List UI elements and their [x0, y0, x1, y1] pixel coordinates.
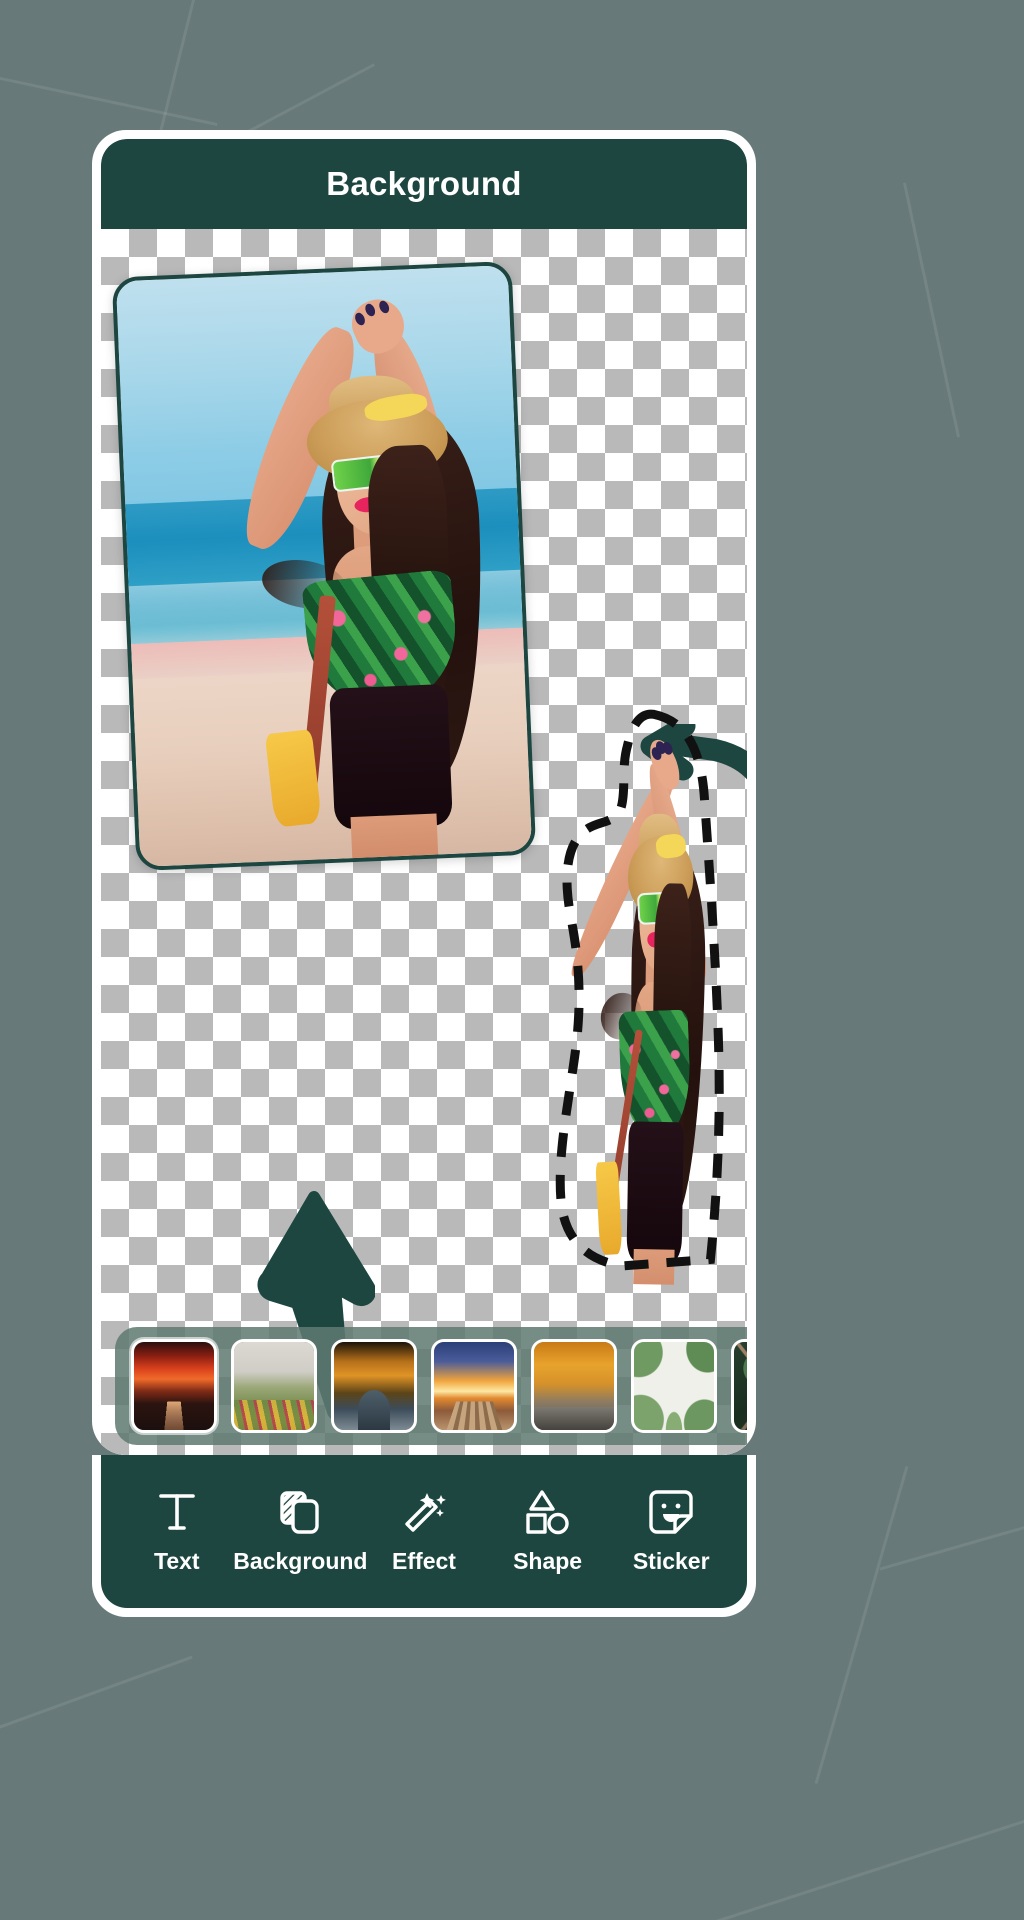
toolbar-item-effect[interactable]: Effect — [364, 1488, 484, 1575]
backdrop-line — [903, 182, 960, 438]
background-thumbnail[interactable] — [231, 1339, 317, 1433]
toolbar-item-sticker[interactable]: Sticker — [611, 1488, 731, 1575]
background-thumbnail-strip[interactable] — [115, 1327, 747, 1445]
sticker-icon — [647, 1488, 695, 1536]
toolbar-container: Text Background Effect Shape Sticker — [92, 1455, 756, 1617]
toolbar-label: Shape — [513, 1548, 583, 1574]
toolbar-item-text[interactable]: Text — [117, 1488, 237, 1575]
toolbar-item-background[interactable]: Background — [233, 1488, 367, 1575]
app-card: Background — [92, 130, 756, 1455]
model-figure — [116, 265, 532, 867]
magic-wand-icon — [400, 1488, 448, 1536]
backdrop-line — [0, 1655, 193, 1748]
backdrop-line — [879, 1512, 1024, 1571]
toolbar-label: Text — [154, 1548, 200, 1574]
background-icon — [276, 1488, 324, 1536]
main-photo-card[interactable] — [111, 260, 537, 872]
page-title: Background — [326, 165, 522, 202]
background-thumbnail[interactable] — [431, 1339, 517, 1433]
editor-canvas[interactable] — [101, 229, 747, 1455]
cutout-model-figure — [536, 712, 726, 1286]
backdrop-line — [814, 1465, 909, 1785]
beach-photo — [115, 265, 533, 867]
backdrop-line — [0, 69, 218, 126]
toolbar-item-shape[interactable]: Shape — [488, 1488, 608, 1575]
background-thumbnail[interactable] — [631, 1339, 717, 1433]
bottom-toolbar: Text Background Effect Shape Sticker — [101, 1455, 747, 1608]
background-thumbnail[interactable] — [131, 1339, 217, 1433]
toolbar-label: Background — [233, 1548, 368, 1574]
background-thumbnail[interactable] — [731, 1339, 747, 1433]
toolbar-label: Sticker — [632, 1548, 710, 1574]
shapes-icon — [524, 1488, 572, 1536]
background-thumbnail[interactable] — [331, 1339, 417, 1433]
backdrop-line — [707, 1817, 1024, 1920]
cutout-sticker[interactable] — [536, 709, 726, 1286]
app-header: Background — [101, 139, 747, 229]
text-icon — [153, 1488, 201, 1536]
toolbar-label: Effect — [392, 1548, 456, 1574]
background-thumbnail[interactable] — [531, 1339, 617, 1433]
